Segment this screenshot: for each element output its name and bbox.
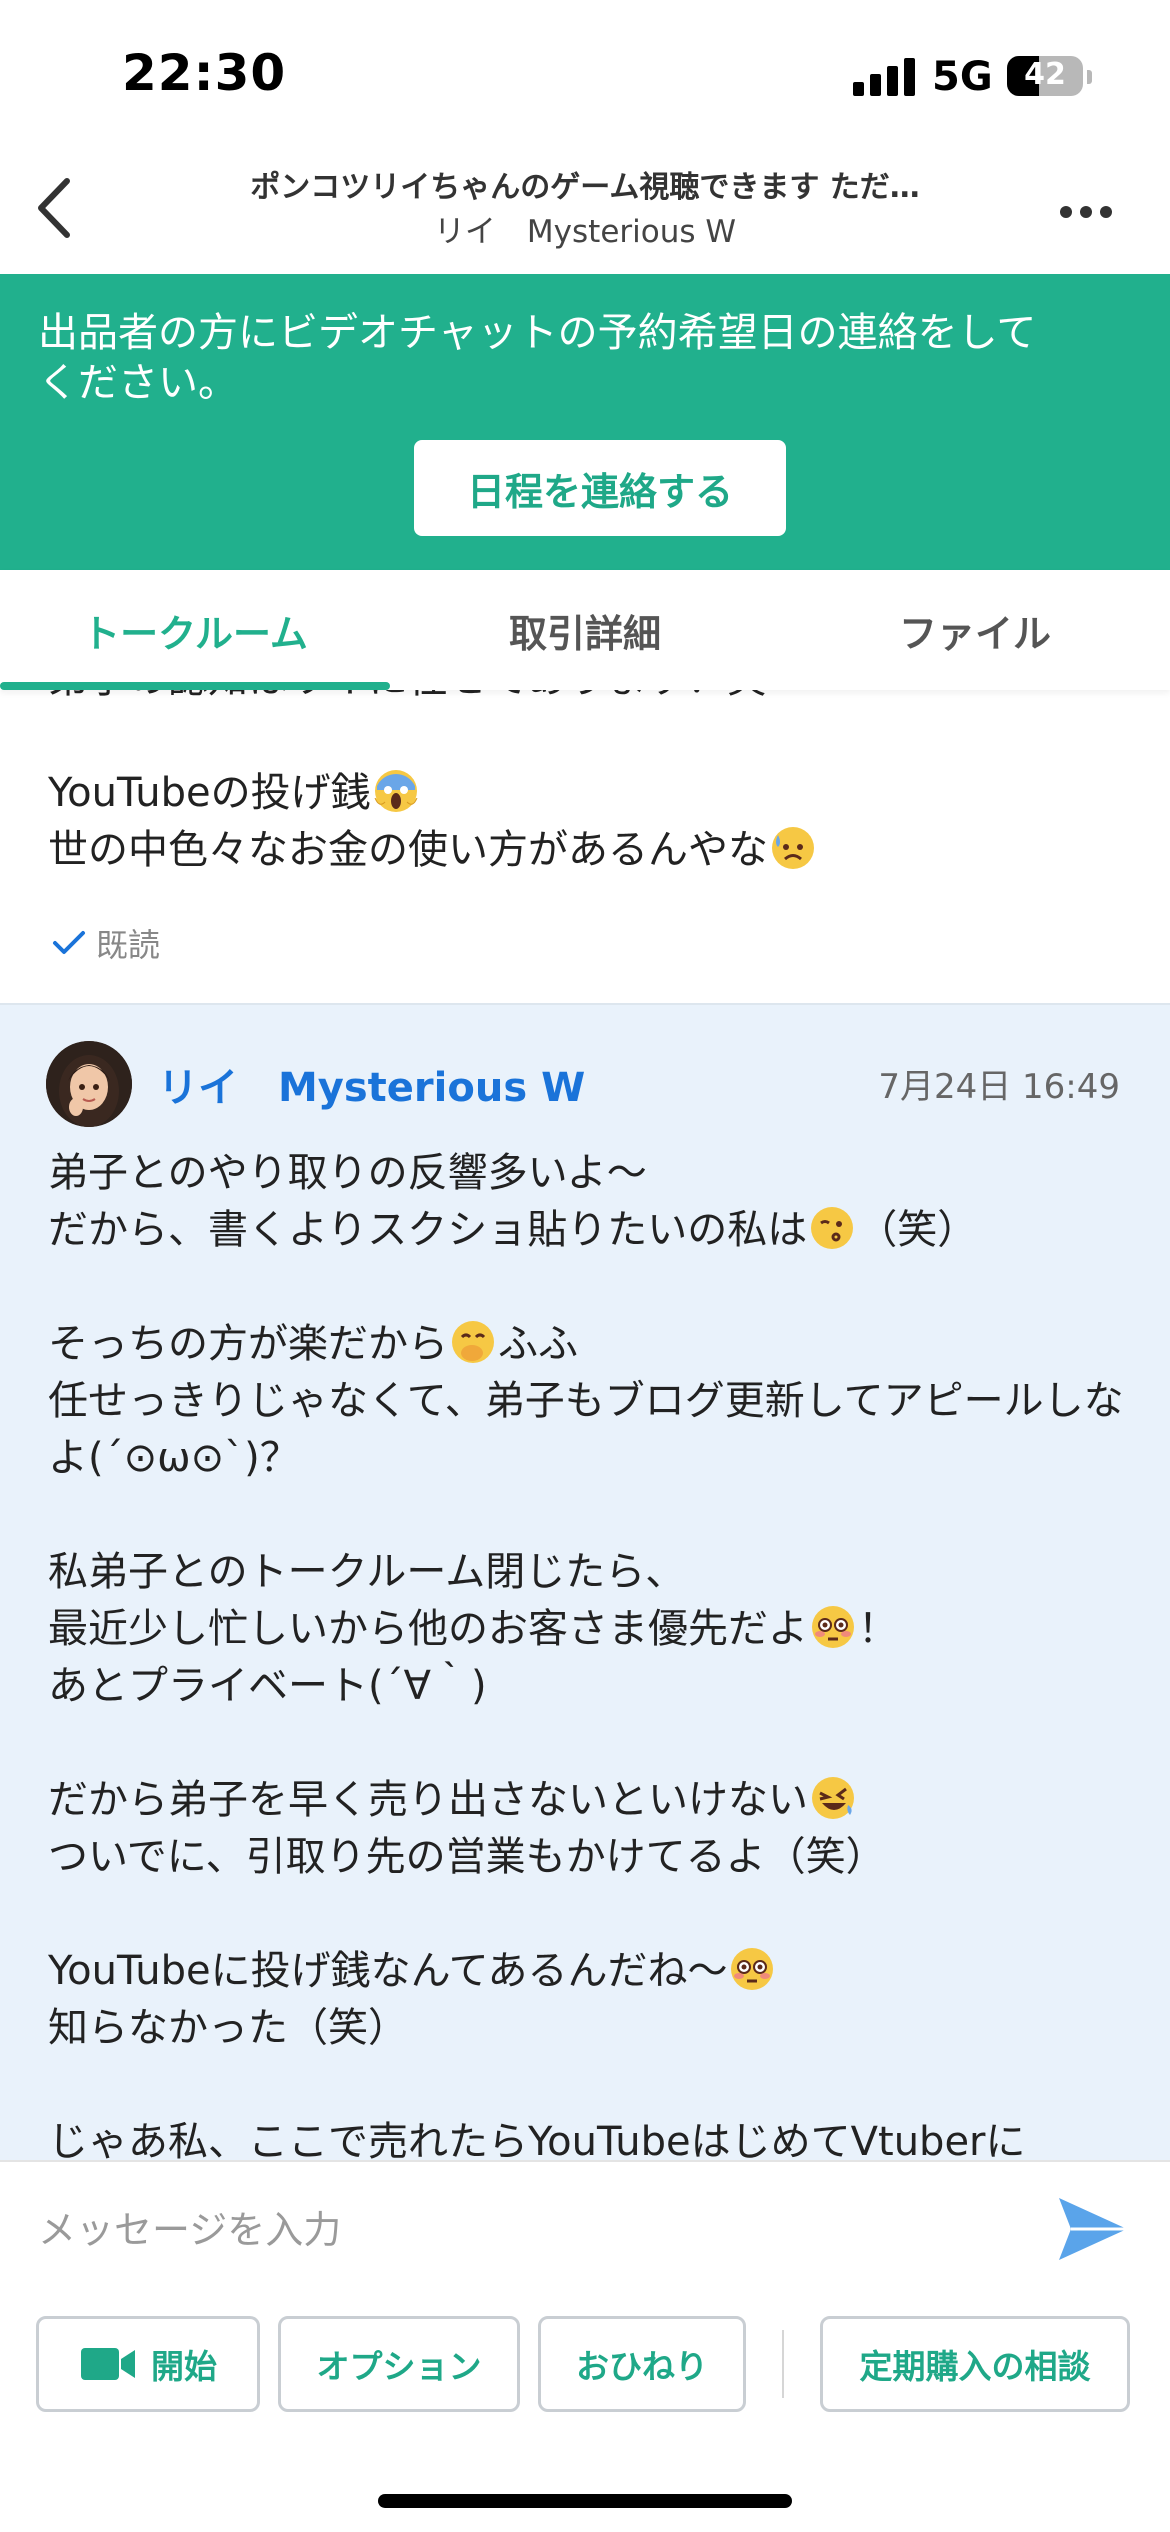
message-line: あとプライベート(´∀｀) — [48, 1663, 487, 1709]
message-body: 弟子の認知はリイに任せてあります！笑 YouTubeの投げ銭 世の中色々なお金の… — [48, 690, 1128, 879]
status-time: 22:30 — [122, 44, 287, 102]
message-line: 世の中色々なお金の使い方があるんやな — [48, 827, 768, 873]
kissing-face-emoji-icon — [811, 1207, 854, 1249]
button-divider — [782, 2330, 784, 2398]
send-icon — [1059, 2198, 1127, 2260]
signal-icon — [853, 58, 915, 96]
video-start-button[interactable]: 開始 — [36, 2316, 260, 2412]
rolling-laughing-emoji-icon — [812, 1777, 854, 1819]
battery-level: 42 — [1024, 57, 1066, 92]
message-line: だから、書くよりスクショ貼りたいの私は — [48, 1207, 808, 1253]
video-start-label: 開始 — [151, 2347, 217, 2386]
message-line: 弟子とのやり取りの反響多いよ〜 — [48, 1150, 647, 1196]
send-button[interactable] — [1050, 2186, 1136, 2272]
message-line: 私弟子とのトークルーム閉じたら、 — [48, 1549, 686, 1595]
contact-schedule-button[interactable]: 日程を連絡する — [414, 440, 786, 536]
tab-talkroom[interactable]: トークルーム — [0, 570, 390, 690]
flushed-face-emoji-icon — [812, 1606, 854, 1648]
tab-active-indicator — [0, 682, 390, 690]
message-line: そっちの方が楽だから — [48, 1321, 448, 1367]
message-line: だから弟子を早く売り出さないといけない — [48, 1777, 808, 1823]
more-dots-icon — [1060, 206, 1112, 218]
video-camera-icon — [81, 2348, 135, 2380]
avatar-image — [46, 1041, 132, 1127]
message-line: 知らなかった（笑） — [48, 2005, 408, 2051]
hand-over-mouth-emoji-icon — [452, 1321, 494, 1363]
page-subtitle: リイ Mysterious W — [433, 214, 737, 250]
back-button[interactable] — [18, 168, 88, 248]
avatar[interactable] — [46, 1041, 132, 1127]
message-other: リイ Mysterious W 7月24日 16:49 弟子とのやり取りの反響多… — [0, 1005, 1170, 2160]
page-title: ポンコツリイちゃんのゲーム視聴できます ただ… — [250, 170, 920, 205]
back-chevron-icon — [38, 178, 70, 238]
message-input[interactable] — [20, 2190, 1020, 2270]
message-line: じゃあ私、ここで売れたらYouTubeはじめてVtuberに — [48, 2119, 1026, 2160]
message-own: 弟子の認知はリイに任せてあります！笑 YouTubeの投げ銭 世の中色々なお金の… — [0, 690, 1170, 1005]
message-line: YouTubeの投げ銭 — [48, 770, 371, 816]
message-list[interactable]: 弟子の認知はリイに任せてあります！笑 YouTubeの投げ銭 世の中色々なお金の… — [0, 690, 1170, 2160]
message-line: ふふ — [498, 1321, 578, 1367]
status-bar: 22:30 5G 42 — [0, 0, 1170, 150]
message-timestamp: 7月24日 16:49 — [878, 1067, 1120, 1107]
sad-sweat-emoji-icon — [772, 827, 814, 869]
message-body: 弟子とのやり取りの反響多いよ〜 だから、書くよりスクショ貼りたいの私は （笑） そ… — [48, 1145, 1138, 2160]
message-line: 任せっきりじゃなくて、弟子もブログ更新してアピールしなよ(´⊙ω⊙`)？ — [48, 1378, 1124, 1481]
subscription-consult-button[interactable]: 定期購入の相談 — [820, 2316, 1130, 2412]
message-line: 最近少し忙しいから他のお客さま優先だよ — [48, 1606, 808, 1652]
sender-name[interactable]: リイ Mysterious W — [158, 1055, 585, 1113]
battery-icon: 42 — [1007, 56, 1083, 96]
composer: 開始 オプション おひねり 定期購入の相談 — [0, 2160, 1170, 2532]
screen: 22:30 5G 42 ポンコツリイちゃんのゲーム視聴できます ただ… リイ M… — [0, 0, 1170, 2532]
message-line: ついでに、引取り先の営業もかけてるよ（笑） — [48, 1834, 886, 1880]
header: ポンコツリイちゃんのゲーム視聴できます ただ… リイ Mysterious W — [0, 150, 1170, 274]
more-button[interactable] — [1050, 190, 1122, 234]
message-line: （笑） — [857, 1207, 978, 1253]
tab-transaction-details[interactable]: 取引詳細 — [390, 570, 780, 690]
home-indicator[interactable] — [378, 2494, 792, 2508]
screaming-face-emoji-icon — [374, 770, 418, 812]
battery-nub — [1087, 70, 1092, 84]
message-line: YouTubeに投げ銭なんてあるんだね〜 — [48, 1948, 728, 1994]
message-line: ！ — [858, 1606, 898, 1652]
flushed-face-emoji-icon — [731, 1948, 774, 1990]
read-receipt: 既読 — [52, 920, 160, 966]
network-label: 5G — [932, 54, 993, 100]
check-icon — [53, 931, 85, 954]
tab-files[interactable]: ファイル — [780, 570, 1170, 690]
tip-button[interactable]: おひねり — [538, 2316, 746, 2412]
notice-text: 出品者の方にビデオチャットの予約希望日の連絡をしてください。 — [38, 310, 1037, 406]
tab-bar: トークルーム 取引詳細 ファイル — [0, 570, 1170, 690]
message-line: 弟子の認知はリイに任せてあります！笑 — [48, 690, 767, 702]
notice-banner: 出品者の方にビデオチャットの予約希望日の連絡をしてください。 日程を連絡する — [0, 274, 1170, 570]
read-label: 既読 — [96, 926, 161, 964]
option-button[interactable]: オプション — [278, 2316, 520, 2412]
